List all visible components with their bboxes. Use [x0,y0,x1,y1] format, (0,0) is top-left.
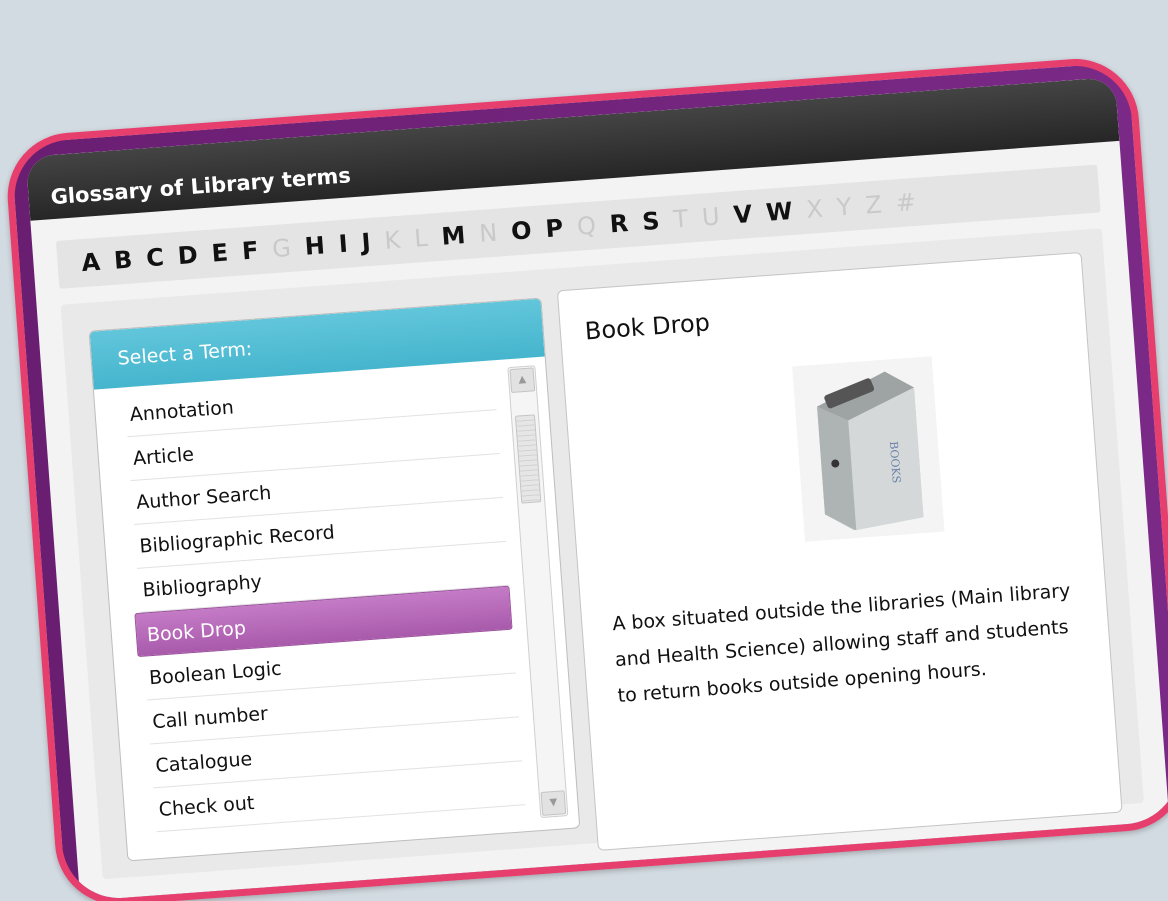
letter-z: Z [864,190,883,220]
letter-b[interactable]: B [113,245,133,274]
stage: Glossary of Library terms ABCDEFGHIJKLMN… [0,0,1168,901]
letter-k: K [383,225,402,255]
letter-l: L [413,223,429,253]
letter-hash: # [894,187,917,218]
letter-t: T [672,204,690,234]
term-panel-header-label: Select a Term: [116,337,253,370]
letter-e[interactable]: E [211,238,229,267]
letter-w[interactable]: W [765,197,793,227]
letter-i[interactable]: I [338,230,349,259]
letter-j[interactable]: J [361,228,372,257]
letter-u: U [701,202,721,232]
letter-y: Y [835,192,853,222]
letter-a[interactable]: A [81,248,102,277]
window-title: Glossary of Library terms [49,163,352,210]
device-frame: Glossary of Library terms ABCDEFGHIJKLMN… [3,54,1168,901]
letter-g: G [271,233,292,264]
letter-q: Q [576,211,597,241]
letter-s[interactable]: S [641,207,660,236]
content-area: Select a Term: Annotation Article Author S… [60,228,1144,880]
term-list: Annotation Article Author Search Bibliograp… [94,359,539,860]
term-panel: Select a Term: Annotation Article Author S… [88,297,581,862]
letter-f[interactable]: F [241,236,259,265]
term-title: Book Drop [583,308,711,346]
glossary-window: Glossary of Library terms ABCDEFGHIJKLMN… [25,76,1168,901]
letter-c[interactable]: C [145,243,165,272]
scroll-up-button[interactable]: ▲ [509,367,536,394]
scroll-down-button[interactable]: ▼ [540,790,567,816]
term-description: A box situated outside the libraries (Ma… [611,579,1072,708]
letter-m[interactable]: M [441,221,467,251]
letter-p[interactable]: P [545,214,565,243]
letter-v[interactable]: V [733,200,754,229]
letter-x: X [805,194,824,224]
letter-o[interactable]: O [510,216,532,245]
letter-r[interactable]: R [609,209,629,238]
letter-n: N [478,218,499,248]
letter-d[interactable]: D [177,241,199,270]
detail-panel: Book Drop BOOKS A box situated outside t… [556,251,1123,851]
letter-h[interactable]: H [304,231,326,260]
scroll-thumb[interactable] [514,414,542,504]
book-drop-image: BOOKS [792,356,945,542]
